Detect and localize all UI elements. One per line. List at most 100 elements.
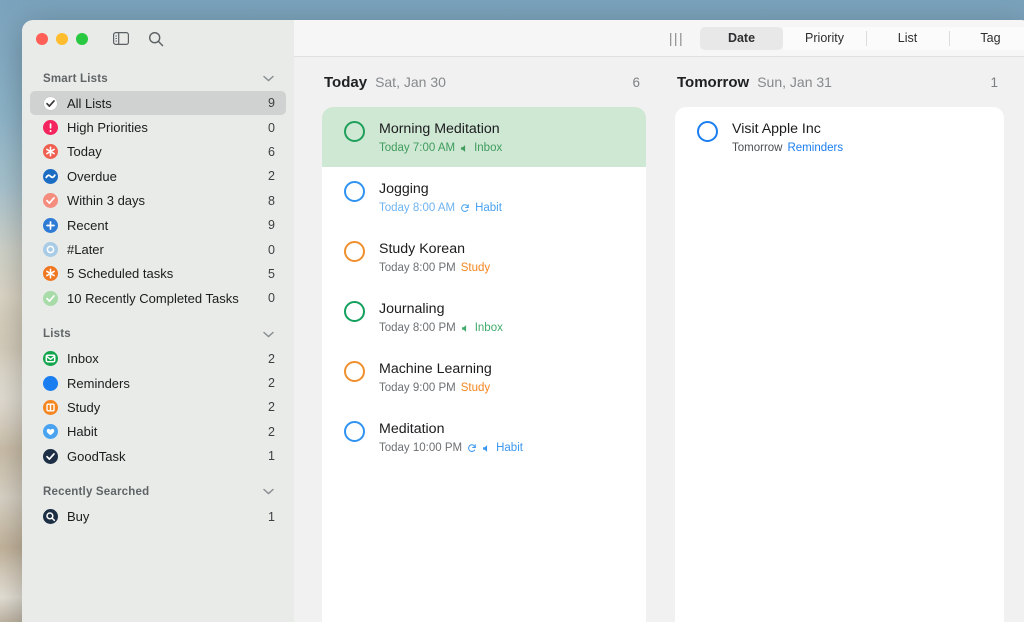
minimize-button[interactable] (56, 33, 68, 45)
task-row[interactable]: JournalingToday 8:00 PMInbox (322, 287, 646, 347)
sidebar-item-count: 0 (268, 243, 275, 257)
sidebar-item-label: Habit (67, 424, 259, 439)
sidebar-titlebar (22, 20, 294, 57)
chevron-down-icon[interactable] (263, 331, 274, 338)
sidebar-item-overdue[interactable]: Overdue2 (30, 164, 286, 188)
sidebar-item-count: 2 (268, 425, 275, 439)
task-checkbox-icon[interactable] (344, 361, 365, 382)
task-meta: Today 9:00 PMStudy (379, 381, 632, 395)
task-checkbox-icon[interactable] (344, 301, 365, 322)
tab-label: Date (728, 31, 755, 45)
column-header: Today Sat, Jan 30 6 (322, 57, 646, 107)
sidebar-sections: Smart ListsAll Lists9High Priorities0Tod… (22, 57, 294, 622)
task-row[interactable]: Machine LearningToday 9:00 PMStudy (322, 347, 646, 407)
sidebar-item-10-recently-completed-tasks[interactable]: 10 Recently Completed Tasks0 (30, 286, 286, 310)
column-today: Today Sat, Jan 30 6 Morning Meditation Today… (322, 57, 646, 622)
sidebar-item-today[interactable]: Today 6 (30, 140, 286, 164)
check-circle-icon (43, 291, 58, 306)
task-board: Today Sat, Jan 30 6 Morning Meditation Today… (294, 57, 1024, 622)
task-meta: Today 8:00 AMHabit (379, 201, 632, 215)
alert-icon (461, 324, 470, 333)
sidebar-item-count: 0 (268, 291, 275, 305)
exclamation-circle-icon (43, 120, 58, 135)
wave-circle-icon (43, 169, 58, 184)
task-list-tag[interactable]: Study (461, 261, 490, 275)
task-list-tag[interactable]: Reminders (787, 141, 843, 155)
sidebar-item-inbox[interactable]: Inbox2 (30, 347, 286, 371)
task-checkbox-icon[interactable] (344, 181, 365, 202)
task-row[interactable]: Study KoreanToday 8:00 PMStudy (322, 227, 646, 287)
task-list-tag[interactable]: Habit (496, 441, 523, 455)
sidebar-item-label: Buy (67, 509, 259, 524)
sidebar-item-habit[interactable]: Habit 2 (30, 420, 286, 444)
sidebar-item-count: 6 (268, 145, 275, 159)
sidebar-section-header-lists[interactable]: Lists (22, 322, 294, 347)
sidebar-item-count: 2 (268, 376, 275, 390)
task-due-time: Today 7:00 AM (379, 141, 455, 155)
task-checkbox-icon[interactable] (344, 121, 365, 142)
task-title: Morning Meditation (379, 120, 632, 138)
sidebar-item-count: 2 (268, 169, 275, 183)
column-title: Today (324, 74, 367, 91)
tab-label: Tag (980, 31, 1000, 45)
sidebar-item-label: #Later (67, 242, 259, 257)
main-content: ||| Date Priority List Tag Today Sat, Jan 30… (294, 20, 1024, 622)
tab-tag[interactable]: Tag (949, 27, 1024, 50)
task-due-time: Tomorrow (732, 141, 782, 155)
task-meta: Today 8:00 PMStudy (379, 261, 632, 275)
sidebar-item-later[interactable]: #Later 0 (30, 237, 286, 261)
sidebar-item-study[interactable]: Study2 (30, 395, 286, 419)
column-date: Sun, Jan 31 (757, 74, 982, 90)
task-list-tag[interactable]: Study (461, 381, 490, 395)
sidebar-section-header-smart-lists[interactable]: Smart Lists (22, 66, 294, 91)
zoom-button[interactable] (76, 33, 88, 45)
column-date: Sat, Jan 30 (375, 74, 624, 90)
task-checkbox-icon[interactable] (344, 421, 365, 442)
task-body: MeditationToday 10:00 PMHabit (379, 420, 632, 455)
filled-circle-icon (43, 376, 58, 391)
close-button[interactable] (36, 33, 48, 45)
search-icon[interactable] (145, 28, 167, 50)
sidebar-item-goodtask[interactable]: GoodTask1 (30, 444, 286, 468)
sidebar-item-label: Recent (67, 218, 259, 233)
sidebar-item-count: 9 (268, 96, 275, 110)
task-row[interactable]: MeditationToday 10:00 PMHabit (322, 407, 646, 467)
chevron-down-icon[interactable] (263, 75, 274, 82)
sidebar-section-header-recently-searched[interactable]: Recently Searched (22, 479, 294, 504)
tab-label: List (898, 31, 917, 45)
task-title: Jogging (379, 180, 632, 198)
sidebar-item-reminders[interactable]: Reminders2 (30, 371, 286, 395)
tab-list[interactable]: List (866, 27, 949, 50)
task-list-tag[interactable]: Inbox (475, 321, 503, 335)
task-checkbox-icon[interactable] (344, 241, 365, 262)
columns-layout-icon[interactable]: ||| (669, 31, 684, 45)
task-body: Visit Apple IncTomorrowReminders (732, 120, 990, 155)
task-list-tag[interactable]: Habit (475, 201, 502, 215)
task-row[interactable]: Jogging Today 8:00 AMHabit (322, 167, 646, 227)
task-meta: Today 8:00 PMInbox (379, 321, 632, 335)
task-body: JournalingToday 8:00 PMInbox (379, 300, 632, 335)
sidebar-item-label: Study (67, 400, 259, 415)
sidebar-item-5-scheduled-tasks[interactable]: 5 Scheduled tasks5 (30, 262, 286, 286)
sidebar-item-high-priorities[interactable]: High Priorities0 (30, 115, 286, 139)
check-circle-icon (43, 193, 58, 208)
sidebar-item-label: Today (67, 144, 259, 159)
column-count: 6 (632, 75, 640, 90)
sidebar-item-recent[interactable]: Recent9 (30, 213, 286, 237)
heart-circle-icon (43, 424, 58, 439)
task-body: Study KoreanToday 8:00 PMStudy (379, 240, 632, 275)
column-card: Morning Meditation Today 7:00 AM Inbox Jogg… (322, 107, 646, 622)
sidebar-item-buy[interactable]: Buy1 (30, 504, 286, 528)
sidebar-item-within-3-days[interactable]: Within 3 days8 (30, 189, 286, 213)
view-mode-segmented-control[interactable]: Date Priority List Tag (700, 27, 1024, 50)
sidebar-toggle-icon[interactable] (110, 28, 132, 50)
task-row[interactable]: Visit Apple IncTomorrowReminders (675, 107, 1004, 167)
task-checkbox-icon[interactable] (697, 121, 718, 142)
chevron-down-icon[interactable] (263, 488, 274, 495)
tab-date[interactable]: Date (700, 27, 783, 50)
sidebar-item-all-lists[interactable]: All Lists9 (30, 91, 286, 115)
check-circle-icon (43, 96, 58, 111)
task-list-tag[interactable]: Inbox (474, 141, 502, 155)
tab-priority[interactable]: Priority (783, 27, 866, 50)
task-row[interactable]: Morning Meditation Today 7:00 AM Inbox (322, 107, 646, 167)
